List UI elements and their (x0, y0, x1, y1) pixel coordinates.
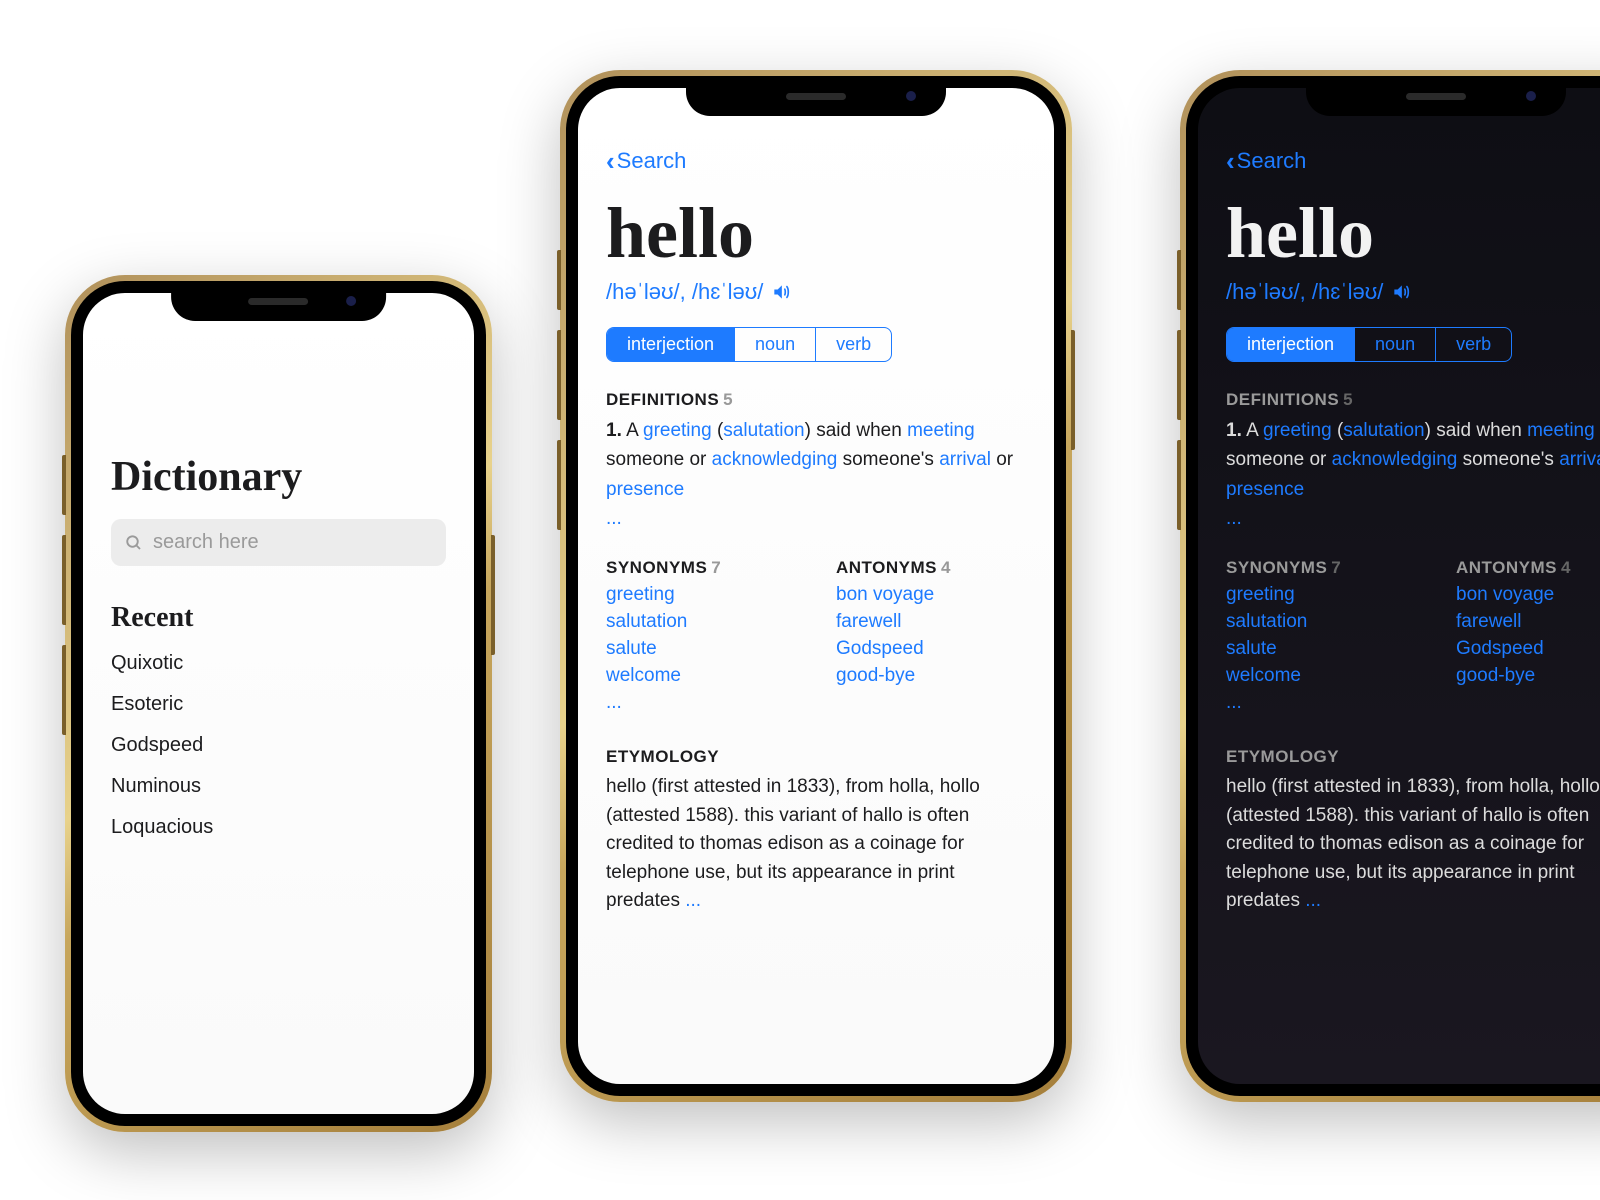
list-item[interactable]: good-bye (836, 665, 1026, 687)
link-greeting[interactable]: greeting (1263, 420, 1332, 441)
antonyms-list: bon voyage farewell Godspeed good-bye (1456, 584, 1600, 687)
chevron-left-icon: ‹ (1226, 148, 1235, 174)
speaker-icon[interactable] (771, 282, 791, 302)
chevron-left-icon: ‹ (606, 148, 615, 174)
list-item[interactable]: greeting (1226, 584, 1416, 606)
list-item[interactable]: good-bye (1456, 665, 1600, 687)
tab-noun[interactable]: noun (735, 328, 816, 361)
pos-tabs: interjection noun verb (1226, 327, 1512, 362)
list-item[interactable]: bon voyage (1456, 584, 1600, 606)
recent-list: Quixotic Esoteric Godspeed Numinous Loqu… (111, 652, 446, 839)
definitions-more[interactable]: ... (606, 508, 1026, 530)
pronunciation-row: /həˈləʊ/, /hɛˈləʊ/ (606, 279, 1026, 305)
etymology-more[interactable]: ... (685, 890, 701, 911)
phone-entry-light: ‹ Search hello /həˈləʊ/, /hɛˈləʊ/ interj… (560, 70, 1072, 1102)
tab-verb[interactable]: verb (1436, 328, 1511, 361)
etymology-heading: ETYMOLOGY (606, 747, 1026, 767)
definition-1: 1. A greeting (salutation) said when mee… (606, 416, 1026, 504)
list-item[interactable]: Quixotic (111, 652, 446, 675)
link-meeting[interactable]: meeting (1527, 420, 1595, 441)
link-greeting[interactable]: greeting (643, 420, 712, 441)
pos-tabs: interjection noun verb (606, 327, 892, 362)
phone-home: Dictionary search here Recent Quixotic E… (65, 275, 492, 1132)
synonyms-list: greeting salutation salute welcome ... (1226, 584, 1416, 714)
synonyms-list: greeting salutation salute welcome ... (606, 584, 796, 714)
pronunciation: /həˈləʊ/, /hɛˈləʊ/ (1226, 279, 1383, 305)
link-presence[interactable]: presence (606, 479, 684, 500)
antonyms-list: bon voyage farewell Godspeed good-bye (836, 584, 1026, 687)
search-input[interactable]: search here (111, 519, 446, 566)
synonyms-heading: SYNONYMS7 (606, 558, 796, 578)
synonyms-more[interactable]: ... (1226, 692, 1416, 714)
pronunciation: /həˈləʊ/, /hɛˈləʊ/ (606, 279, 763, 305)
definition-1: 1. A greeting (salutation) said when mee… (1226, 416, 1600, 504)
link-salutation[interactable]: salutation (1343, 420, 1424, 441)
headword: hello (606, 192, 1026, 275)
list-item[interactable]: welcome (1226, 665, 1416, 687)
list-item[interactable]: welcome (606, 665, 796, 687)
back-button[interactable]: ‹ Search (606, 148, 686, 174)
list-item[interactable]: salute (1226, 638, 1416, 660)
list-item[interactable]: salutation (606, 611, 796, 633)
tab-interjection[interactable]: interjection (607, 328, 735, 361)
tab-noun[interactable]: noun (1355, 328, 1436, 361)
back-button[interactable]: ‹ Search (1226, 148, 1306, 174)
app-title: Dictionary (111, 453, 446, 501)
list-item[interactable]: farewell (1456, 611, 1600, 633)
list-item[interactable]: Godspeed (836, 638, 1026, 660)
list-item[interactable]: Godspeed (1456, 638, 1600, 660)
antonyms-heading: ANTONYMS4 (836, 558, 1026, 578)
etymology-more[interactable]: ... (1305, 890, 1321, 911)
link-meeting[interactable]: meeting (907, 420, 975, 441)
phone-entry-dark: ‹ Search hello /həˈləʊ/, /hɛˈləʊ/ interj… (1180, 70, 1600, 1102)
definitions-heading: DEFINITIONS5 (1226, 390, 1600, 410)
list-item[interactable]: Esoteric (111, 693, 446, 716)
tab-verb[interactable]: verb (816, 328, 891, 361)
search-icon (125, 534, 143, 552)
definitions-more[interactable]: ... (1226, 508, 1600, 530)
etymology-text: hello (first attested in 1833), from hol… (1226, 773, 1600, 916)
etymology-heading: ETYMOLOGY (1226, 747, 1600, 767)
list-item[interactable]: farewell (836, 611, 1026, 633)
synonyms-heading: SYNONYMS7 (1226, 558, 1416, 578)
etymology-text: hello (first attested in 1833), from hol… (606, 773, 1026, 916)
list-item[interactable]: salute (606, 638, 796, 660)
list-item[interactable]: greeting (606, 584, 796, 606)
list-item[interactable]: Godspeed (111, 734, 446, 757)
back-label: Search (617, 148, 687, 174)
back-label: Search (1237, 148, 1307, 174)
link-presence[interactable]: presence (1226, 479, 1304, 500)
definitions-heading: DEFINITIONS5 (606, 390, 1026, 410)
link-acknowledging[interactable]: acknowledging (1332, 449, 1458, 470)
search-placeholder: search here (153, 531, 259, 554)
link-arrival[interactable]: arrival (1559, 449, 1600, 470)
list-item[interactable]: salutation (1226, 611, 1416, 633)
link-salutation[interactable]: salutation (723, 420, 804, 441)
tab-interjection[interactable]: interjection (1227, 328, 1355, 361)
speaker-icon[interactable] (1391, 282, 1411, 302)
synonyms-more[interactable]: ... (606, 692, 796, 714)
pronunciation-row: /həˈləʊ/, /hɛˈləʊ/ (1226, 279, 1600, 305)
list-item[interactable]: Numinous (111, 775, 446, 798)
antonyms-heading: ANTONYMS4 (1456, 558, 1600, 578)
list-item[interactable]: bon voyage (836, 584, 1026, 606)
link-acknowledging[interactable]: acknowledging (712, 449, 838, 470)
recent-heading: Recent (111, 602, 446, 634)
headword: hello (1226, 192, 1600, 275)
link-arrival[interactable]: arrival (939, 449, 991, 470)
list-item[interactable]: Loquacious (111, 816, 446, 839)
